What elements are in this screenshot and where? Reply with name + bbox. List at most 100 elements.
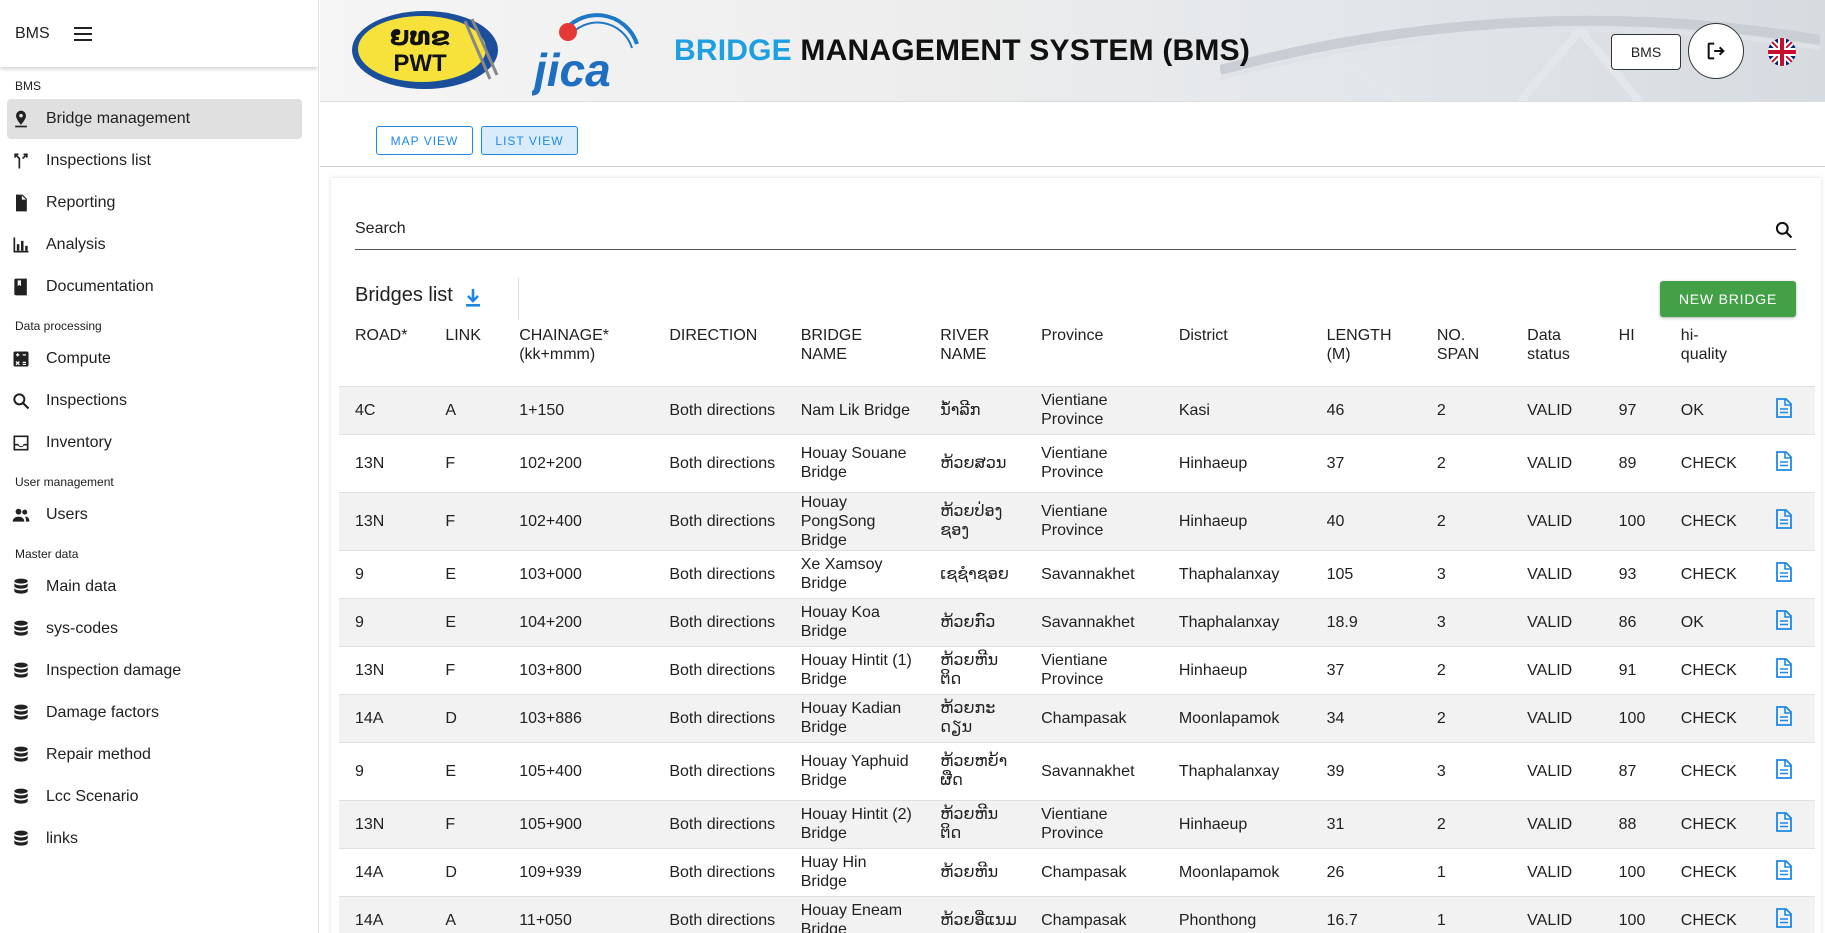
column-header[interactable]: BRIDGE NAME [785,326,925,386]
search-input[interactable] [355,210,1755,248]
table-row[interactable]: 14A D 109+939 Both directions Huay Hin Bridg… [339,848,1815,896]
cell-direction: Both directions [669,565,776,583]
sidebar-item-reporting[interactable]: Reporting [7,183,302,223]
document-details-icon[interactable] [1775,859,1793,880]
document-details-icon[interactable] [1775,397,1793,418]
column-header[interactable]: hi- quality [1665,326,1759,386]
sidebar-item-inspection-damage[interactable]: Inspection damage [7,651,302,691]
uk-flag-icon[interactable] [1768,38,1796,66]
cell-quality: CHECK [1680,454,1737,472]
merge-icon [10,150,32,172]
column-header[interactable]: NO. SPAN [1421,326,1511,386]
cell-status: VALID [1527,815,1573,833]
table-row[interactable]: 13N F 103+800 Both directions Houay Hintit (… [339,646,1815,694]
database-icon [10,828,32,850]
bms-button[interactable]: BMS [1611,34,1681,70]
map-view-button[interactable]: MAP VIEW [376,126,473,155]
list-view-button[interactable]: LIST VIEW [481,126,578,155]
cell-action [1759,646,1815,694]
search-icon[interactable] [1774,220,1794,240]
cell-province: Savannakhet [1041,565,1135,583]
document-details-icon[interactable] [1775,450,1793,471]
cell-status: VALID [1527,661,1573,679]
search-bar [355,210,1796,250]
cell-status: VALID [1527,613,1573,631]
sidebar-item-sys-codes[interactable]: sys-codes [7,609,302,649]
column-header[interactable]: Data status [1511,326,1602,386]
cell-river: ຫ້ວຍກະ ດຽນ [940,700,996,736]
cell-action [1759,550,1815,598]
document-details-icon[interactable] [1775,811,1793,832]
column-header[interactable]: RIVER NAME [924,326,1025,386]
table-row[interactable]: 9 E 105+400 Both directions Houay Yaphuid Br… [339,742,1815,800]
app-root: BMS BMS Bridge management Inspections li… [0,0,1825,933]
logout-button[interactable] [1688,23,1744,79]
cell-hi: 93 [1618,565,1637,583]
cell-road: 4C [355,401,376,419]
sidebar-item-main-data[interactable]: Main data [7,567,302,607]
column-header-actions [1759,326,1815,386]
document-details-icon[interactable] [1775,657,1793,678]
download-icon[interactable] [464,288,482,308]
column-header[interactable]: CHAINAGE* (kk+mmm) [503,326,653,386]
sidebar-item-compute[interactable]: Compute [7,339,302,379]
sidebar-item-inventory[interactable]: Inventory [7,423,302,463]
sidebar-item-links[interactable]: links [7,819,302,859]
sidebar-nav: BMS Bridge management Inspections list R… [0,75,318,859]
column-header[interactable]: HI [1603,326,1665,386]
sidebar-item-users[interactable]: Users [7,495,302,535]
cell-direction: Both directions [669,815,776,833]
sidebar-item-inspections-list[interactable]: Inspections list [7,141,302,181]
sidebar-item-inspections[interactable]: Inspections [7,381,302,421]
cell-river: ຫ້ວຍອີ່ແນມ [940,911,1017,929]
sidebar-item-damage-factors[interactable]: Damage factors [7,693,302,733]
new-bridge-button[interactable]: NEW BRIDGE [1660,281,1796,317]
sidebar-item-lcc-scenario[interactable]: Lcc Scenario [7,777,302,817]
pwt-logo: ຍທຂ PWT [352,11,499,89]
document-details-icon[interactable] [1775,907,1793,928]
cell-quality: CHECK [1680,762,1737,780]
cell-quality: CHECK [1680,863,1737,881]
table-row[interactable]: 4C A 1+150 Both directions Nam Lik Bridge ນ້ຳ… [339,386,1815,434]
cell-province: Vientiane Province [1041,445,1108,481]
table-row[interactable]: 14A A 11+050 Both directions Houay Eneam Bri… [339,896,1815,933]
column-header[interactable]: LINK [429,326,503,386]
cell-road: 13N [355,661,385,679]
column-header[interactable]: DIRECTION [653,326,784,386]
sidebar-item-label: links [46,830,79,847]
cell-length: 18.9 [1326,613,1358,631]
table-row[interactable]: 9 E 104+200 Both directions Houay Koa Bridge… [339,598,1815,646]
cell-province: Savannakhet [1041,613,1135,631]
app-brand: BMS [15,24,50,42]
cell-hi: 87 [1618,762,1637,780]
cell-hi: 86 [1618,613,1637,631]
table-row[interactable]: 14A D 103+886 Both directions Houay Kadian B… [339,694,1815,742]
document-details-icon[interactable] [1775,609,1793,630]
document-details-icon[interactable] [1775,561,1793,582]
table-row[interactable]: 9 E 103+000 Both directions Xe Xamsoy Bridge… [339,550,1815,598]
cell-bridge: Nam Lik Bridge [800,401,911,419]
cell-river: ເຊຊຳຊອຍ [940,565,1009,583]
table-row[interactable]: 13N F 102+200 Both directions Houay Souane B… [339,434,1815,492]
cell-bridge: Houay Souane Bridge [800,445,907,481]
sidebar-item-documentation[interactable]: Documentation [7,267,302,307]
sidebar-item-analysis[interactable]: Analysis [7,225,302,265]
document-details-icon[interactable] [1775,508,1793,529]
column-header[interactable]: ROAD* [339,326,429,386]
document-details-icon[interactable] [1775,758,1793,779]
document-icon [10,192,32,214]
column-header[interactable]: Province [1025,326,1163,386]
cell-road: 9 [355,762,364,780]
sidebar-item-bridge-management[interactable]: Bridge management [7,99,302,139]
cell-bridge: Houay Kadian Bridge [800,700,902,736]
table-row[interactable]: 13N F 102+400 Both directions Houay PongSong… [339,492,1815,550]
hamburger-menu-icon[interactable] [73,26,92,41]
cell-span: 1 [1436,863,1446,881]
column-header[interactable]: LENGTH (M) [1311,326,1421,386]
sidebar-header: BMS [0,0,318,67]
document-details-icon[interactable] [1775,705,1793,726]
table-row[interactable]: 13N F 105+900 Both directions Houay Hintit (… [339,800,1815,848]
sidebar-item-repair-method[interactable]: Repair method [7,735,302,775]
column-header[interactable]: District [1163,326,1311,386]
cell-direction: Both directions [669,512,776,530]
